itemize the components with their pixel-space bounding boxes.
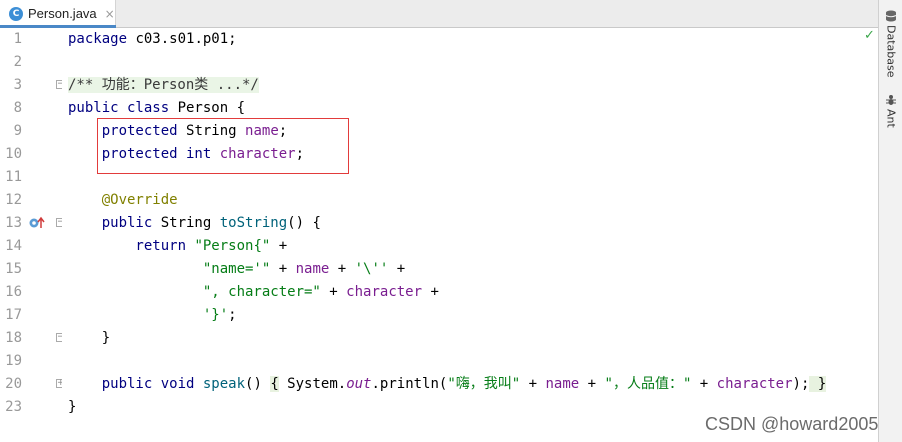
code-token: + xyxy=(320,284,347,300)
code-token: ", character=" xyxy=(202,284,321,300)
close-icon[interactable]: × xyxy=(105,7,115,21)
code-token: '}' xyxy=(202,307,229,323)
code-token: name xyxy=(295,261,330,277)
code-token: name xyxy=(545,376,580,392)
code-token: c03.s01.p01; xyxy=(135,31,237,47)
tab-person-java[interactable]: C Person.java × xyxy=(0,0,116,28)
code-token: /** 功能：Person类 ...*/ xyxy=(68,77,259,93)
line-number: 12 xyxy=(5,192,22,208)
code-line: /** 功能：Person类 ...*/ xyxy=(68,74,259,97)
ant-icon xyxy=(886,95,896,105)
code-token: } xyxy=(68,330,111,346)
code-token: + xyxy=(520,376,546,392)
code-token: Person { xyxy=(177,100,246,116)
code-token: "name='" xyxy=(202,261,271,277)
code-token: System. xyxy=(278,376,347,392)
code-line: return "Person{" + xyxy=(68,235,287,258)
database-icon xyxy=(885,10,897,22)
code-line: public class Person { xyxy=(68,97,245,120)
code-token: { xyxy=(270,376,279,392)
code-token: @Override xyxy=(68,192,178,208)
watermark: CSDN @howard2005 xyxy=(705,414,879,434)
line-number: 10 xyxy=(5,146,22,162)
code-token: "嗨，我叫" xyxy=(447,376,521,392)
code-token: out xyxy=(346,376,372,392)
code-token: () xyxy=(245,376,271,392)
line-number: 3 xyxy=(13,77,22,93)
code-token: '\'' xyxy=(354,261,389,277)
line-number: 17 xyxy=(5,307,22,323)
code-token: package xyxy=(68,31,136,47)
code-token: public xyxy=(68,215,161,231)
code-token: public class xyxy=(68,100,178,116)
code-token: String xyxy=(160,215,220,231)
line-number: 2 xyxy=(13,54,22,70)
code-line: '}'; xyxy=(68,304,237,327)
code-token: "，人品值：" xyxy=(604,376,692,392)
code-token: } xyxy=(68,399,77,415)
code-token: "Person{" xyxy=(194,238,271,254)
code-token: } xyxy=(809,376,827,392)
code-token: .println( xyxy=(371,376,448,392)
code-line: package c03.s01.p01; xyxy=(68,28,237,51)
code-token: () { xyxy=(287,215,321,231)
code-token: + xyxy=(579,376,605,392)
code-token: toString xyxy=(219,215,288,231)
code-line: public String toString() { xyxy=(68,212,321,235)
line-number: 23 xyxy=(5,399,22,415)
line-number: 9 xyxy=(13,123,22,139)
editor-tab-bar: C Person.java × xyxy=(0,0,878,28)
code-token: ; xyxy=(228,307,237,323)
code-token: + xyxy=(691,376,717,392)
code-token: ); xyxy=(792,376,810,392)
line-number: 1 xyxy=(13,31,22,47)
sidebar-item-ant[interactable]: Ant xyxy=(881,94,901,128)
sidebar-label-database: Database xyxy=(884,25,898,78)
code-token: + xyxy=(388,261,406,277)
sidebar-item-database[interactable]: Database xyxy=(881,10,901,78)
code-line: } xyxy=(68,396,76,419)
code-token: + xyxy=(270,238,288,254)
line-number: 15 xyxy=(5,261,22,277)
code-line: ", character=" + character + xyxy=(68,281,439,304)
line-number: 14 xyxy=(5,238,22,254)
code-token: + xyxy=(329,261,355,277)
code-token: + xyxy=(422,284,439,300)
right-tool-sidebar: Database Ant xyxy=(878,0,902,442)
code-token: speak xyxy=(202,376,246,392)
code-line: public void speak() { System.out.println… xyxy=(68,373,827,396)
line-number: 16 xyxy=(5,284,22,300)
sidebar-label-ant: Ant xyxy=(884,109,898,128)
override-method-icon[interactable] xyxy=(29,216,45,230)
code-line: "name='" + name + '\'' + xyxy=(68,258,405,281)
highlight-box xyxy=(97,118,349,174)
code-line: } xyxy=(68,327,110,350)
line-number: 20 xyxy=(5,376,22,392)
code-token: character xyxy=(346,284,423,300)
code-token: public void xyxy=(68,376,203,392)
line-number: 8 xyxy=(13,100,22,116)
c-class-icon: C xyxy=(9,6,23,21)
line-number: 13 xyxy=(5,215,22,231)
line-number: 18 xyxy=(5,330,22,346)
line-number: 11 xyxy=(5,169,22,185)
code-token: character xyxy=(716,376,793,392)
check-icon: ✓ xyxy=(864,28,875,43)
code-token: + xyxy=(270,261,296,277)
code-line: @Override xyxy=(68,189,178,212)
line-number: 19 xyxy=(5,353,22,369)
tab-title: Person.java xyxy=(28,6,97,21)
code-token: return xyxy=(68,238,195,254)
